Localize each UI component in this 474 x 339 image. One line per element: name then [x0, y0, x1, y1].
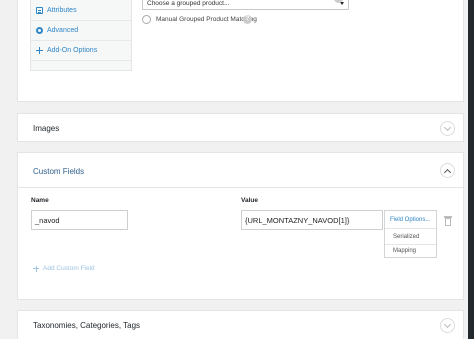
tab-advanced[interactable]: Advanced	[31, 21, 131, 41]
tab-advanced-label: Advanced	[47, 27, 79, 34]
field-option-mapping[interactable]: Mapping	[393, 248, 416, 254]
value-column-header: Value	[241, 197, 258, 204]
grouped-product-select-value: Choose a grouped product...	[147, 0, 230, 7]
chevron-up-icon[interactable]	[440, 163, 455, 178]
tab-add-on-options[interactable]: Add-On Options	[31, 41, 131, 61]
trash-can	[445, 218, 451, 226]
trash-icon[interactable]	[444, 216, 452, 226]
manual-matching-radio[interactable]	[142, 15, 151, 24]
field-options-link[interactable]: Field Options...	[390, 217, 430, 223]
product-data-panel: Attributes Advanced Add-On Options Choos…	[17, 0, 464, 102]
name-column-header: Name	[31, 197, 49, 204]
add-custom-field-label: Add Custom Field	[43, 265, 95, 272]
field-option-serialized[interactable]: Serialized	[393, 234, 419, 240]
grouped-product-select[interactable]: Choose a grouped product...	[142, 0, 349, 10]
custom-field-value-input[interactable]: {URL_MONTAZNY_NAVOD[1]}	[241, 210, 383, 230]
plus-icon	[33, 265, 39, 272]
chevron-down-icon[interactable]	[440, 318, 455, 333]
divider	[385, 228, 436, 229]
tab-add-on-options-label: Add-On Options	[47, 47, 98, 54]
chevron-down-icon[interactable]	[440, 121, 455, 136]
tab-attributes-label: Attributes	[47, 7, 77, 14]
field-options-dropdown: Field Options... Serialized Mapping	[384, 210, 437, 258]
custom-fields-panel: Custom Fields Name Value _navod {URL_MON…	[17, 152, 464, 300]
tab-attributes[interactable]: Attributes	[31, 1, 131, 21]
divider	[18, 187, 463, 188]
gear-icon	[36, 27, 43, 34]
taxonomies-panel[interactable]: Taxonomies, Categories, Tags	[17, 310, 464, 339]
custom-fields-title: Custom Fields	[33, 167, 85, 176]
custom-field-name-input[interactable]: _navod	[31, 210, 128, 230]
admin-scrollbar	[468, 0, 474, 339]
product-data-tabs: Attributes Advanced Add-On Options	[30, 0, 132, 71]
images-panel[interactable]: Images	[17, 113, 464, 142]
attributes-icon	[36, 7, 43, 14]
add-custom-field-button[interactable]: Add Custom Field	[33, 265, 95, 272]
manual-matching-label: Manual Grouped Product Matching	[156, 16, 257, 23]
divider	[385, 244, 436, 245]
manual-matching-row: Manual Grouped Product Matching	[142, 15, 257, 24]
help-icon[interactable]: ?	[243, 15, 252, 24]
images-panel-title: Images	[33, 124, 60, 133]
plus-icon	[36, 47, 43, 54]
taxonomies-panel-title: Taxonomies, Categories, Tags	[33, 321, 141, 330]
